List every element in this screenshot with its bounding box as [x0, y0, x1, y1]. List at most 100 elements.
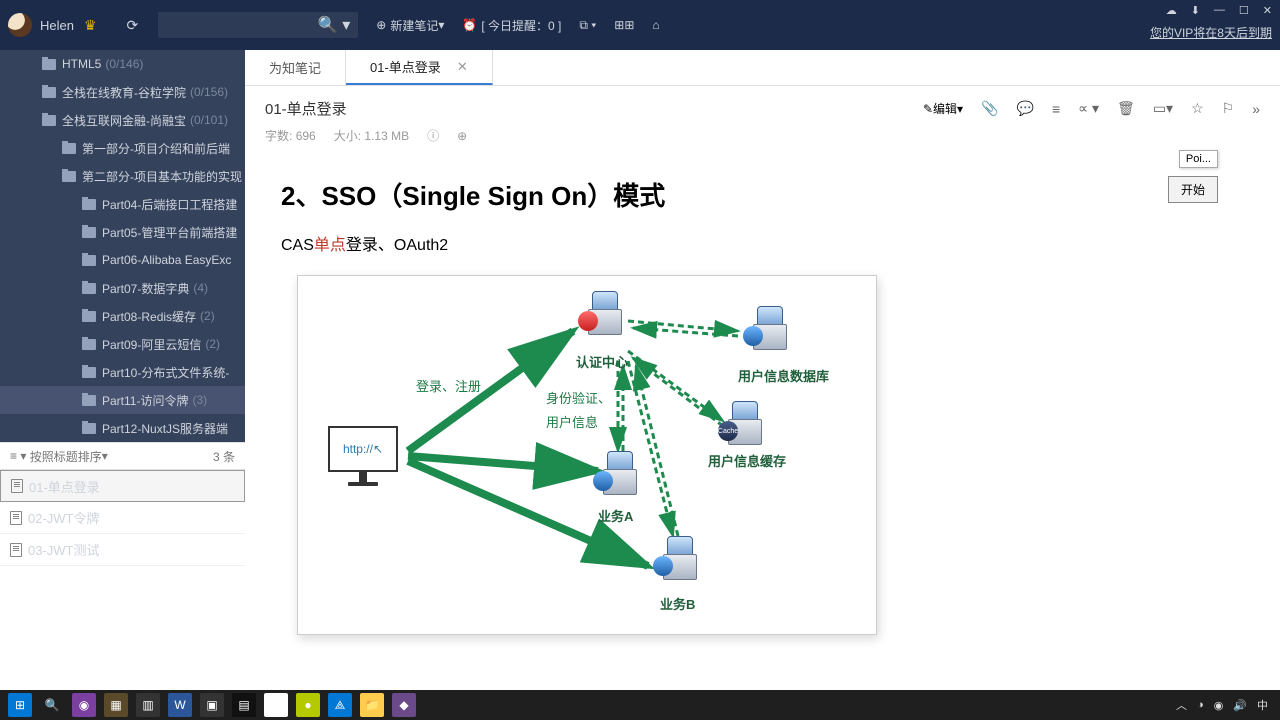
note-label: 01-单点登录	[29, 477, 100, 496]
tab-bar: 为知笔记 01-单点登录 ✕	[245, 50, 1280, 86]
flag-icon[interactable]: ⚐	[1222, 100, 1235, 117]
folder-item[interactable]: Part11-访问令牌 (3)	[0, 386, 245, 414]
edit-button[interactable]: ✎ 编辑 ▾	[923, 100, 963, 117]
folder-count: (4)	[193, 281, 208, 295]
tab[interactable]: 01-单点登录 ✕	[346, 50, 493, 85]
close-tab-icon[interactable]: ✕	[457, 59, 468, 75]
pin-icon[interactable]: ⬇	[1191, 4, 1200, 17]
reading-icon[interactable]: ▭▾	[1153, 100, 1173, 117]
sync-icon[interactable]: ☁	[1166, 4, 1177, 17]
edit-icon: ✎	[923, 102, 933, 116]
app-icon-4[interactable]: ▣	[200, 693, 224, 717]
close-icon[interactable]: ✕	[1263, 4, 1272, 17]
folder-count: (2)	[200, 309, 215, 323]
user-cache-node: Cache	[728, 401, 762, 445]
more-icon[interactable]: »	[1252, 101, 1260, 117]
tray-icon-1[interactable]: ◑	[1197, 699, 1204, 711]
home-icon[interactable]: ⌂	[652, 18, 659, 32]
browser-node: http:// ↖	[328, 426, 398, 496]
ime-indicator[interactable]: 中	[1257, 697, 1268, 713]
tab-label: 01-单点登录	[370, 57, 441, 76]
vip-expiry-link[interactable]: 您的VIP将在8天后到期	[1150, 24, 1272, 41]
content-pane: 为知笔记01-单点登录✕ 01-单点登录 ✎ 编辑 ▾ 📎 💬 ≡ ∝ ▾ 🗑 …	[245, 50, 1280, 690]
doc-meta: 字数: 696 大小: 1.13 MB ⓘ ⊕	[245, 123, 1280, 156]
search-input[interactable]: 🔍 ▾	[158, 12, 358, 38]
username: Helen	[40, 18, 74, 33]
search-task-icon[interactable]: 🔍	[40, 693, 64, 717]
app-icon-1[interactable]: ◉	[72, 693, 96, 717]
folder-icon	[82, 199, 96, 210]
folder-item[interactable]: Part09-阿里云短信 (2)	[0, 330, 245, 358]
popout-icon[interactable]: ⧉ ▾	[579, 18, 596, 33]
sidebar: HTML5 (0/146)全栈在线教育-谷粒学院 (0/156)全栈互联网金融-…	[0, 50, 245, 690]
maximize-icon[interactable]: ☐	[1239, 4, 1249, 17]
refresh-icon[interactable]: ⟳	[127, 17, 139, 34]
start-button[interactable]: 开始	[1168, 176, 1218, 203]
user-db-label: 用户信息数据库	[738, 366, 829, 385]
folder-item[interactable]: 全栈在线教育-谷粒学院 (0/156)	[0, 78, 245, 106]
apps-icon[interactable]: ⊞⊞	[614, 18, 634, 32]
folder-item[interactable]: Part12-NuxtJS服务器端	[0, 414, 245, 442]
folder-label: Part07-数据字典	[102, 280, 189, 297]
app-icon-2[interactable]: ▦	[104, 693, 128, 717]
folder-label: Part10-分布式文件系统-	[102, 364, 229, 381]
new-note-button[interactable]: ⊕新建笔记 ▾	[376, 17, 444, 34]
folder-icon	[42, 87, 56, 98]
folder-item[interactable]: Part06-Alibaba EasyExc	[0, 246, 245, 274]
identity-label: 身份验证、	[546, 388, 611, 407]
folder-item[interactable]: 第一部分-项目介绍和前后端	[0, 134, 245, 162]
folder-label: Part12-NuxtJS服务器端	[102, 420, 228, 437]
terminal-icon[interactable]: ▤	[232, 693, 256, 717]
sort-bar[interactable]: ≡ ▾ 按照标题排序 ▾ 3 条	[0, 442, 245, 470]
app-icon-6[interactable]: ◆	[392, 693, 416, 717]
note-label: 02-JWT令牌	[28, 508, 100, 527]
star-icon[interactable]: ☆	[1191, 100, 1204, 117]
chrome-icon[interactable]: ◐	[264, 693, 288, 717]
tooltip: Poi...	[1179, 150, 1218, 168]
start-menu-icon[interactable]: ⊞	[8, 693, 32, 717]
sort-icon: ≡ ▾	[10, 449, 26, 463]
vscode-icon[interactable]: ⟁	[328, 693, 352, 717]
explorer-icon[interactable]: 📁	[360, 693, 384, 717]
folder-label: 第二部分-项目基本功能的实现	[82, 168, 242, 185]
folder-item[interactable]: Part10-分布式文件系统-	[0, 358, 245, 386]
note-label: 03-JWT测试	[28, 540, 100, 559]
folder-item[interactable]: Part08-Redis缓存 (2)	[0, 302, 245, 330]
add-icon[interactable]: ⊕	[457, 129, 467, 143]
folder-icon	[82, 311, 96, 322]
folder-icon	[82, 283, 96, 294]
search-icon: 🔍 ▾	[318, 15, 350, 35]
note-item[interactable]: 02-JWT令牌	[0, 502, 245, 534]
avatar[interactable]	[8, 13, 32, 37]
trash-icon[interactable]: 🗑	[1117, 100, 1135, 117]
service-a-label: 业务A	[598, 506, 633, 525]
comment-icon[interactable]: 💬	[1017, 100, 1034, 117]
sort-label: 按照标题排序	[30, 448, 102, 465]
tab[interactable]: 为知笔记	[245, 50, 346, 85]
app-icon-5[interactable]: ●	[296, 693, 320, 717]
folder-item[interactable]: Part05-管理平台前端搭建	[0, 218, 245, 246]
system-tray[interactable]: ︿ ◑ ◉ 🔊 中	[1176, 697, 1276, 713]
minimize-icon[interactable]: —	[1214, 4, 1225, 17]
auth-center-node	[588, 291, 622, 335]
folder-item[interactable]: HTML5 (0/146)	[0, 50, 245, 78]
folder-item[interactable]: 全栈互联网金融-尚融宝 (0/101)	[0, 106, 245, 134]
note-item[interactable]: 01-单点登录	[0, 470, 245, 502]
info-icon[interactable]: ⓘ	[427, 127, 439, 144]
word-icon[interactable]: W	[168, 693, 192, 717]
volume-icon[interactable]: 🔊	[1233, 699, 1247, 712]
tray-icon-2[interactable]: ◉	[1214, 699, 1224, 712]
folder-item[interactable]: Part04-后端接口工程搭建	[0, 190, 245, 218]
outline-icon[interactable]: ≡	[1052, 101, 1060, 117]
globe-icon	[593, 471, 613, 491]
folder-item[interactable]: 第二部分-项目基本功能的实现	[0, 162, 245, 190]
folder-item[interactable]: Part07-数据字典 (4)	[0, 274, 245, 302]
note-item[interactable]: 03-JWT测试	[0, 534, 245, 566]
chevron-up-icon[interactable]: ︿	[1176, 697, 1187, 713]
share-icon[interactable]: ∝ ▾	[1078, 100, 1099, 117]
attachment-icon[interactable]: 📎	[981, 100, 998, 117]
app-icon-3[interactable]: ▥	[136, 693, 160, 717]
crown-icon[interactable]: ♛	[84, 17, 97, 34]
reminder-button[interactable]: ⏰[ 今日提醒：0 ]	[462, 17, 561, 34]
folder-label: Part11-访问令牌	[102, 392, 188, 409]
